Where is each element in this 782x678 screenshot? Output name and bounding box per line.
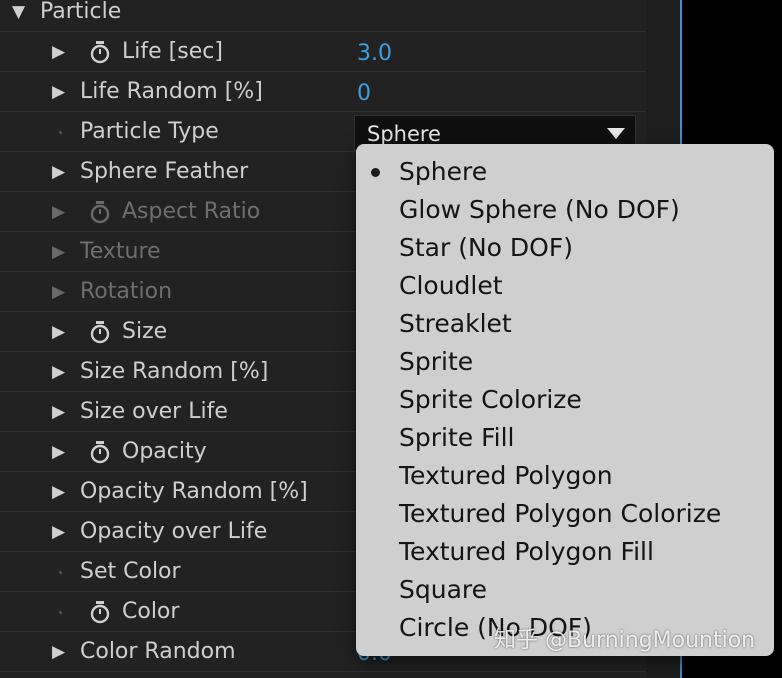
menu-item-label: Textured Polygon [399,461,613,490]
menu-item-streaklet[interactable]: Streaklet [356,303,774,341]
property-label: Life [sec] [122,39,223,64]
property-label: Particle Type [80,119,219,144]
particle-section-header[interactable]: ▼ Particle [0,0,646,32]
property-label: Color Random [80,639,236,664]
menu-item-label: Star (No DOF) [399,233,573,262]
bullet-dot [59,131,62,134]
menu-item-label: Textured Polygon Colorize [399,499,722,528]
property-label: Size Random [%] [80,359,269,384]
menu-item-label: Square [399,575,488,604]
menu-item-label: Sprite Fill [399,423,515,452]
property-label: Set Color [80,559,181,584]
property-value[interactable]: 3.0 [357,41,392,67]
expand-arrow-icon[interactable]: ▶ [52,282,65,302]
property-label: Color [122,599,180,624]
expand-arrow-icon[interactable]: ▶ [52,242,65,262]
expand-arrow-icon[interactable]: ▶ [52,482,65,502]
menu-item-label: Sprite Colorize [399,385,582,414]
particle-type-menu: Sphere Glow Sphere (No DOF) Star (No DOF) C… [356,144,774,656]
property-value[interactable]: 0 [357,81,371,107]
menu-item-label: Sphere [399,157,488,186]
menu-item-glow-sphere-no-dof[interactable]: Glow Sphere (No DOF) [356,189,774,227]
menu-item-sprite-fill[interactable]: Sprite Fill [356,417,774,455]
property-label: Aspect Ratio [122,199,261,224]
expand-arrow-icon[interactable]: ▶ [52,322,65,342]
menu-item-square[interactable]: Square [356,569,774,607]
menu-item-label: Glow Sphere (No DOF) [399,195,680,224]
property-label: Size over Life [80,399,228,424]
expand-arrow-icon[interactable]: ▶ [52,162,65,182]
property-row-life-sec[interactable]: ▶ Life [sec] 3.0 [0,32,646,72]
stopwatch-icon[interactable] [89,440,111,464]
expand-arrow-icon[interactable]: ▶ [52,202,65,222]
stopwatch-icon[interactable] [89,600,111,624]
bullet-dot [59,611,62,614]
expand-arrow-icon[interactable]: ▶ [52,362,65,382]
menu-item-sphere[interactable]: Sphere [356,151,774,189]
property-label: Opacity over Life [80,519,268,544]
menu-item-sprite-colorize[interactable]: Sprite Colorize [356,379,774,417]
expand-arrow-icon[interactable]: ▶ [52,42,65,62]
property-label: Texture [80,239,161,264]
menu-item-cloudlet[interactable]: Cloudlet [356,265,774,303]
property-label: Opacity [122,439,207,464]
watermark: 知乎 @BurningMountion [494,628,756,653]
bullet-dot [59,571,62,574]
expand-arrow-icon[interactable]: ▶ [52,402,65,422]
menu-item-textured-polygon-fill[interactable]: Textured Polygon Fill [356,531,774,569]
menu-item-label: Cloudlet [399,271,503,300]
menu-item-textured-polygon-colorize[interactable]: Textured Polygon Colorize [356,493,774,531]
menu-item-sprite[interactable]: Sprite [356,341,774,379]
expand-arrow-icon[interactable]: ▶ [52,82,65,102]
property-label: Opacity Random [%] [80,479,308,504]
menu-item-star-no-dof[interactable]: Star (No DOF) [356,227,774,265]
stopwatch-icon[interactable] [89,200,111,224]
menu-item-textured-polygon[interactable]: Textured Polygon [356,455,774,493]
menu-item-label: Textured Polygon Fill [399,537,654,566]
menu-item-label: Sprite [399,347,474,376]
collapse-arrow-icon[interactable]: ▼ [12,2,25,22]
selected-bullet-icon [371,168,380,177]
stopwatch-icon[interactable] [89,320,111,344]
stopwatch-icon[interactable] [89,40,111,64]
property-label: Rotation [80,279,173,304]
expand-arrow-icon[interactable]: ▶ [52,442,65,462]
property-label: Sphere Feather [80,159,249,184]
property-row-life-random[interactable]: ▶ Life Random [%] 0 [0,72,646,112]
property-label: Size [122,319,168,344]
property-label: Life Random [%] [80,79,263,104]
expand-arrow-icon[interactable]: ▶ [52,522,65,542]
section-title: Particle [40,0,122,24]
chevron-down-icon [607,128,625,139]
expand-arrow-icon[interactable]: ▶ [52,642,65,662]
menu-item-label: Streaklet [399,309,512,338]
